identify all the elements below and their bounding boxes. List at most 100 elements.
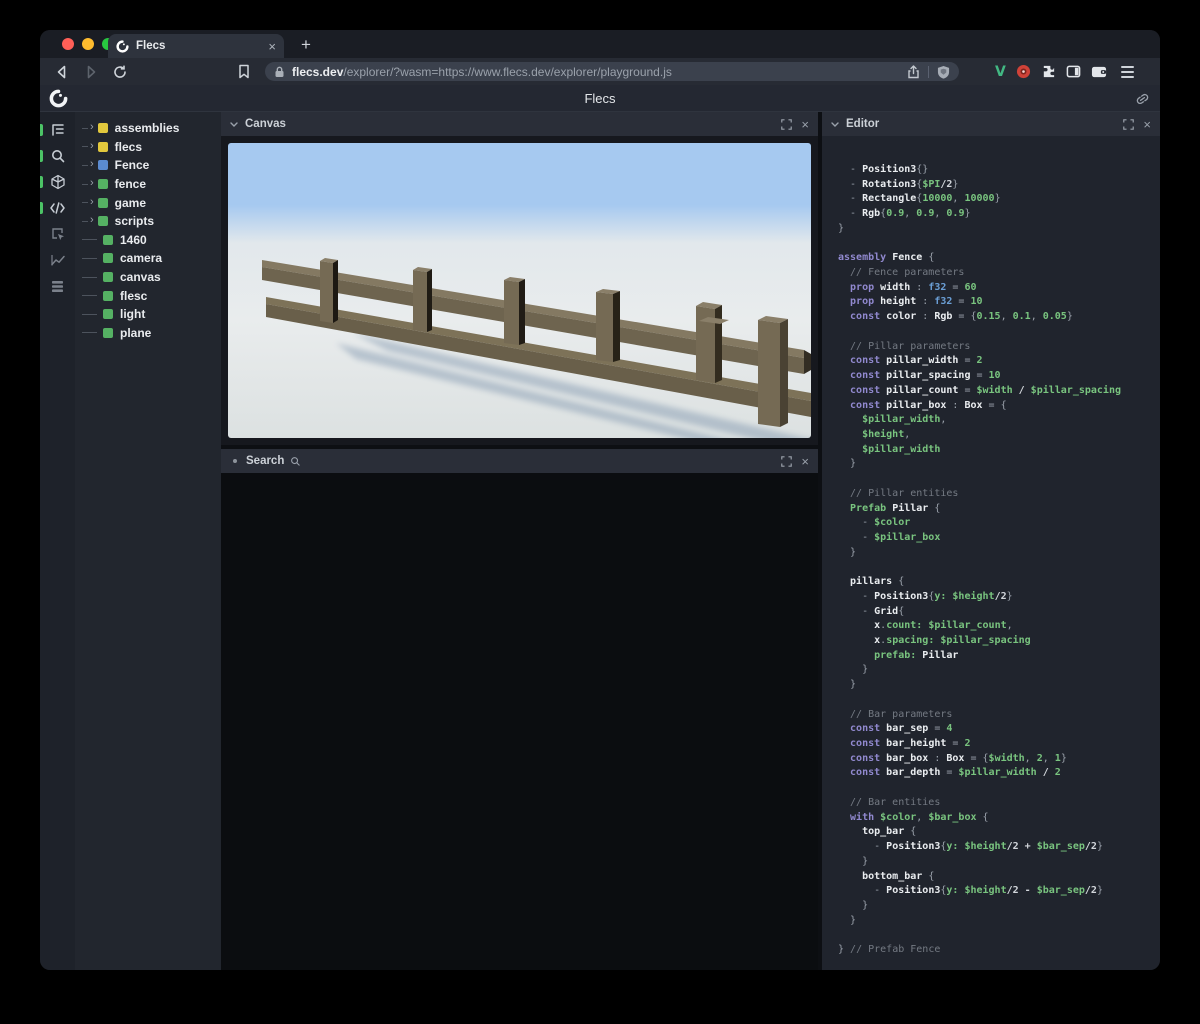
sidebar-item-label: assemblies	[115, 121, 180, 135]
entity-color-square	[98, 160, 108, 170]
sidebar-item-camera[interactable]: camera	[75, 249, 221, 268]
fence-render	[228, 143, 811, 438]
sidebar-item-assemblies[interactable]: › assemblies	[75, 119, 221, 138]
sidebar-item-label: game	[115, 196, 146, 210]
share-link-icon[interactable]	[1135, 91, 1150, 106]
outliner-tree-icon[interactable]	[40, 117, 75, 143]
sidebar-item-label: 1460	[120, 233, 147, 247]
sidebar-item-label: flesc	[120, 289, 147, 303]
red-extension-icon[interactable]	[1016, 64, 1031, 79]
entity-color-square	[98, 179, 108, 189]
sidebar-item-fence[interactable]: ›fence	[75, 175, 221, 194]
tree-guide-line	[82, 202, 88, 203]
tree-guide-line	[82, 258, 97, 259]
browser-window: Flecs × + flecs.dev/explorer/?wasm=https…	[40, 30, 1160, 970]
sidebar-item-label: plane	[120, 326, 151, 340]
tree-guide-line	[82, 184, 88, 185]
brave-shield-icon[interactable]	[937, 65, 950, 79]
sidebar-item-flesc[interactable]: flesc	[75, 286, 221, 305]
collapse-chevron-icon[interactable]	[230, 122, 238, 127]
left-icon-rail	[40, 112, 75, 970]
urlbar-divider	[928, 66, 929, 78]
search-icon[interactable]	[40, 143, 75, 169]
tab-title: Flecs	[136, 40, 268, 52]
url-text: flecs.dev/explorer/?wasm=https://www.fle…	[292, 65, 899, 79]
extensions-puzzle-icon[interactable]	[1041, 64, 1056, 79]
tree-guide-line	[82, 332, 97, 333]
wallet-icon[interactable]	[1091, 65, 1107, 79]
entity-color-square	[103, 309, 113, 319]
entity-color-square	[103, 253, 113, 263]
sidebar-item-1460[interactable]: 1460	[75, 231, 221, 250]
url-domain: flecs.dev	[292, 65, 343, 79]
tree-guide-line	[82, 165, 88, 166]
sidebar-item-label: Fence	[115, 158, 150, 172]
expand-arrow-icon[interactable]: ›	[90, 177, 94, 189]
sidebar-item-label: camera	[120, 251, 162, 265]
entity-color-square	[98, 198, 108, 208]
fullscreen-icon[interactable]	[781, 456, 792, 467]
search-panel: Search ×	[221, 449, 818, 970]
expand-arrow-icon[interactable]: ›	[90, 121, 94, 133]
sidebar-item-label: light	[120, 307, 145, 321]
panel-bullet-icon[interactable]	[233, 459, 237, 463]
sidebar-toggle-icon[interactable]	[1066, 64, 1081, 79]
expand-arrow-icon[interactable]: ›	[90, 196, 94, 208]
entity-color-square	[103, 235, 113, 245]
forward-button[interactable]	[83, 64, 99, 80]
inspector-icon[interactable]	[40, 221, 75, 247]
close-panel-icon[interactable]: ×	[801, 118, 809, 131]
close-panel-icon[interactable]: ×	[1143, 118, 1151, 131]
sidebar-item-plane[interactable]: plane	[75, 324, 221, 343]
browser-tab-flecs[interactable]: Flecs ×	[108, 34, 284, 58]
tree-guide-line	[82, 221, 88, 222]
canvas-panel: Canvas ×	[221, 112, 818, 445]
3d-viewport[interactable]	[228, 143, 811, 438]
sidebar-item-canvas[interactable]: canvas	[75, 268, 221, 287]
address-bar[interactable]: flecs.dev/explorer/?wasm=https://www.fle…	[265, 62, 959, 81]
close-panel-icon[interactable]: ×	[801, 455, 809, 468]
queries-rows-icon[interactable]	[40, 273, 75, 299]
search-panel-header[interactable]: Search ×	[221, 449, 818, 473]
lock-icon[interactable]	[274, 66, 285, 78]
entity-tree-sidebar: ›assemblies›flecs›Fence›fence›game›scrip…	[75, 112, 221, 970]
fullscreen-icon[interactable]	[1123, 119, 1134, 130]
share-icon[interactable]	[907, 65, 920, 79]
tree-guide-line	[82, 295, 97, 296]
canvas-panel-title: Canvas	[245, 118, 286, 130]
bookmark-icon[interactable]	[237, 64, 253, 80]
sidebar-item-light[interactable]: light	[75, 305, 221, 324]
sidebar-item-flecs[interactable]: ›flecs	[75, 138, 221, 157]
sidebar-item-game[interactable]: › game	[75, 193, 221, 212]
sidebar-item-scripts[interactable]: ›scripts	[75, 212, 221, 231]
code-editor[interactable]: - Position3{} - Rotation3{$PI/2} - Recta…	[822, 136, 1160, 970]
app-content: ›assemblies›flecs›Fence›fence›game›scrip…	[40, 112, 1160, 970]
minimize-window-button[interactable]	[82, 38, 94, 50]
entity-color-square	[103, 291, 113, 301]
browser-menu-icon[interactable]	[1121, 66, 1134, 78]
scene-cube-icon[interactable]	[40, 169, 75, 195]
entity-color-square	[98, 123, 108, 133]
editor-panel: Editor × - Position3{} - Rotation3{$PI/2…	[822, 112, 1160, 970]
stats-chart-icon[interactable]	[40, 247, 75, 273]
entity-color-square	[98, 142, 108, 152]
close-window-button[interactable]	[62, 38, 74, 50]
tree-guide-line	[82, 239, 97, 240]
expand-arrow-icon[interactable]: ›	[90, 158, 94, 170]
canvas-panel-header[interactable]: Canvas ×	[221, 112, 818, 136]
tree-guide-line	[82, 128, 88, 129]
collapse-chevron-icon[interactable]	[831, 122, 839, 127]
expand-arrow-icon[interactable]: ›	[90, 214, 94, 226]
sidebar-item-Fence[interactable]: › Fence	[75, 156, 221, 175]
reload-button[interactable]	[112, 64, 128, 80]
tab-close-icon[interactable]: ×	[268, 39, 276, 54]
expand-arrow-icon[interactable]: ›	[90, 140, 94, 152]
code-icon[interactable]	[40, 195, 75, 221]
fullscreen-icon[interactable]	[781, 119, 792, 130]
back-button[interactable]	[54, 64, 70, 80]
entity-color-square	[103, 328, 113, 338]
vue-devtools-icon[interactable]: V	[995, 64, 1006, 80]
editor-panel-header[interactable]: Editor ×	[822, 112, 1160, 136]
flecs-favicon	[116, 40, 129, 53]
new-tab-button[interactable]: +	[294, 33, 318, 57]
